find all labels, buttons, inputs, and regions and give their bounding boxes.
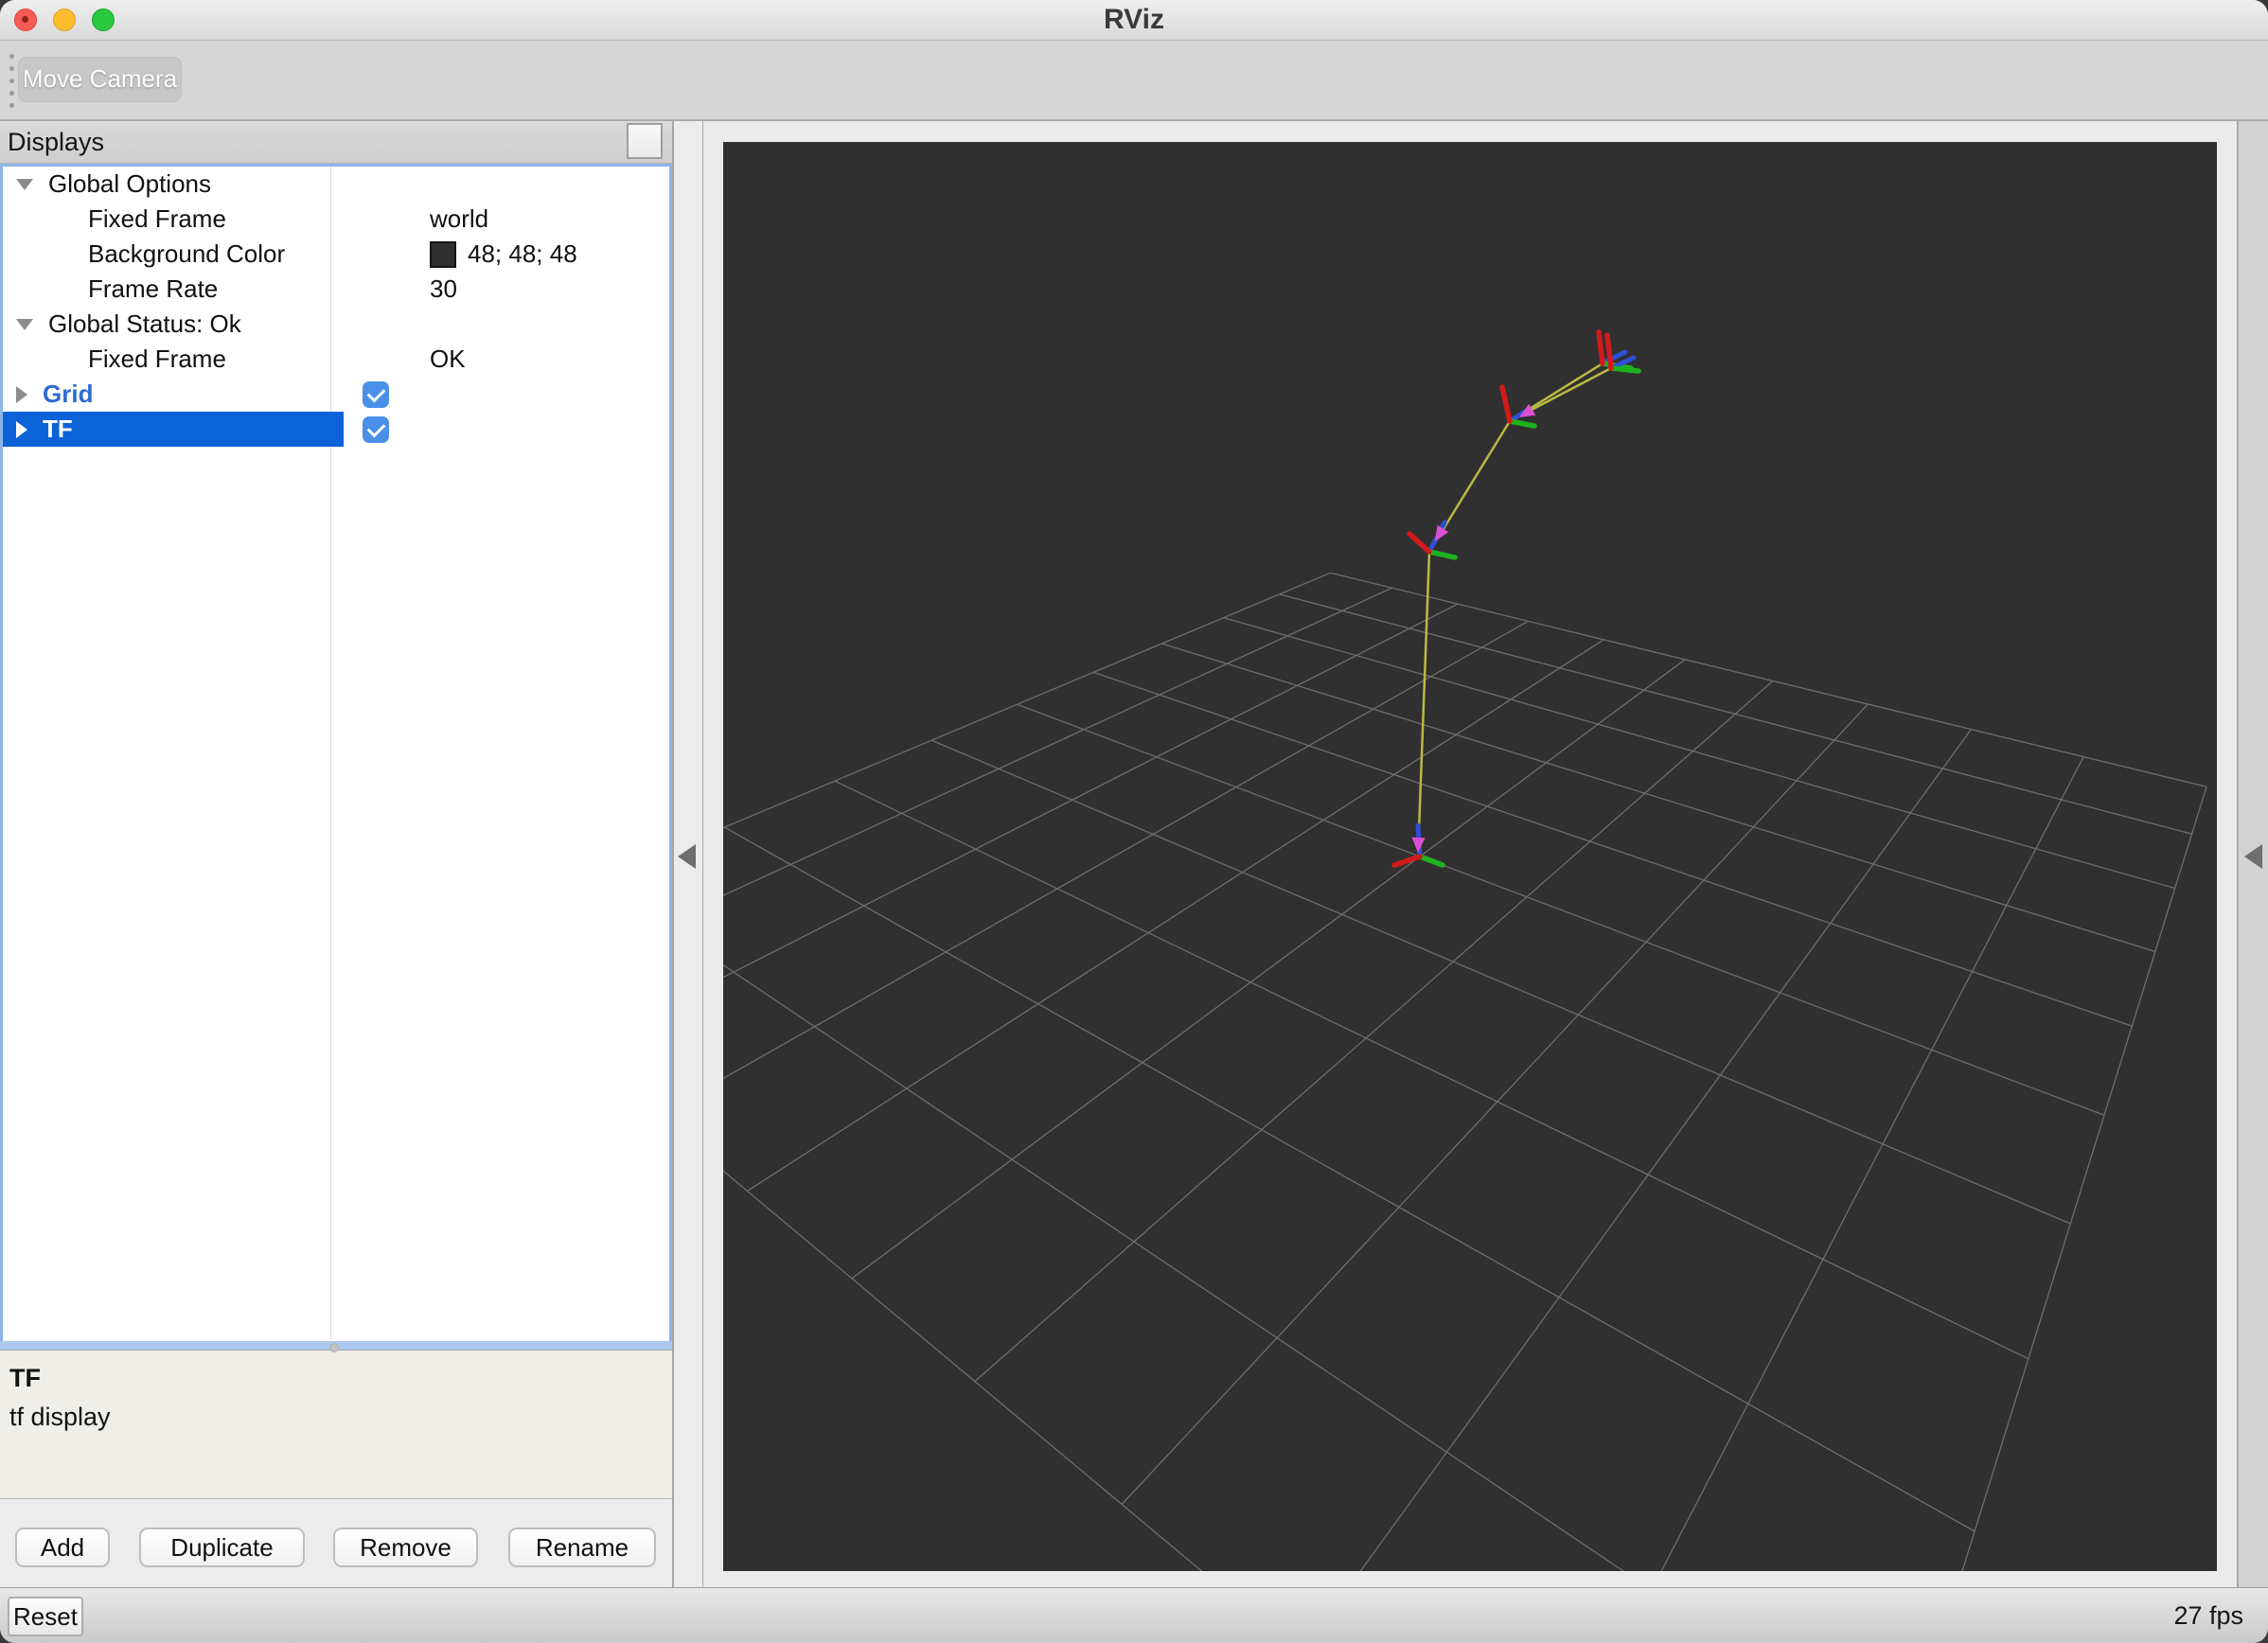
tree-row-grid[interactable]: Grid: [3, 377, 669, 412]
rviz-window: RViz Move Camera Displays Global Options…: [0, 0, 2268, 1643]
row-label: Global Options: [48, 169, 211, 198]
expand-right-panel-arrow-icon[interactable]: [2244, 844, 2262, 869]
expander-open-icon[interactable]: [16, 178, 33, 190]
toolbar: Move Camera: [0, 41, 2268, 121]
viewport-container: [703, 121, 2237, 1587]
row-label: Fixed Frame: [88, 204, 226, 233]
display-actions: Add Duplicate Remove Rename: [0, 1499, 672, 1587]
displays-panel-header: Displays: [0, 121, 672, 164]
splitter-knob[interactable]: [329, 1343, 339, 1352]
window-title: RViz: [1104, 4, 1164, 35]
move-camera-tool-button[interactable]: Move Camera: [18, 57, 182, 102]
add-button[interactable]: Add: [15, 1528, 110, 1567]
minimize-button[interactable]: [53, 9, 76, 31]
row-label: Frame Rate: [88, 274, 219, 303]
displays-panel-title: Displays: [8, 128, 105, 156]
fps-counter: 27 fps: [2173, 1601, 2243, 1630]
grid-enabled-checkbox[interactable]: [363, 380, 389, 408]
display-description: TF tf display: [0, 1350, 672, 1499]
row-label: Global Status: Ok: [48, 309, 241, 338]
displays-tree: Global Options Fixed Frame world Backgro…: [0, 164, 672, 1341]
tree-row-global-status[interactable]: Global Status: Ok: [3, 307, 669, 342]
row-label: Fixed Frame: [88, 344, 226, 373]
tree-row-frame-rate[interactable]: Frame Rate 30: [3, 272, 669, 307]
panel-float-button[interactable]: [627, 123, 663, 159]
tree-description-splitter[interactable]: [0, 1341, 672, 1352]
tree-row-tf[interactable]: TF: [3, 412, 669, 447]
collapsed-right-panel: [2237, 121, 2268, 1587]
remove-button[interactable]: Remove: [333, 1528, 478, 1567]
zoom-button[interactable]: [92, 9, 115, 31]
rename-button[interactable]: Rename: [508, 1528, 656, 1567]
collapse-left-arrow-icon[interactable]: [678, 844, 696, 869]
main-area: Displays Global Options Fixed Frame worl…: [0, 121, 2268, 1587]
row-label: Background Color: [88, 239, 286, 268]
tree-row-status-fixed-frame[interactable]: Fixed Frame OK: [3, 342, 669, 377]
status-bar: Reset 27 fps: [0, 1587, 2268, 1643]
row-label: TF: [43, 415, 73, 443]
row-value: OK: [430, 344, 466, 373]
row-value[interactable]: 48; 48; 48: [468, 239, 577, 269]
expander-closed-icon[interactable]: [16, 420, 27, 438]
row-value[interactable]: 30: [430, 274, 457, 304]
tf-enabled-checkbox[interactable]: [363, 415, 389, 443]
description-title: TF: [9, 1364, 41, 1392]
close-button[interactable]: [14, 9, 37, 31]
traffic-lights: [14, 9, 115, 31]
duplicate-button[interactable]: Duplicate: [139, 1528, 305, 1567]
description-text: tf display: [9, 1403, 111, 1431]
toolbar-drag-handle[interactable]: [9, 54, 14, 108]
expander-open-icon[interactable]: [16, 318, 33, 330]
tf-scene: [723, 329, 2207, 1571]
panel-viewport-splitter[interactable]: [674, 121, 703, 1587]
tree-row-fixed-frame[interactable]: Fixed Frame world: [3, 202, 669, 237]
row-label: Grid: [43, 380, 94, 408]
tree-row-global-options[interactable]: Global Options: [3, 167, 669, 202]
reset-button[interactable]: Reset: [8, 1596, 83, 1636]
color-swatch[interactable]: [430, 240, 456, 268]
render-view-3d[interactable]: [723, 142, 2217, 1571]
expander-closed-icon[interactable]: [16, 385, 27, 403]
title-bar: RViz: [0, 0, 2268, 41]
tree-row-background-color[interactable]: Background Color 48; 48; 48: [3, 237, 669, 272]
displays-panel: Displays Global Options Fixed Frame worl…: [0, 121, 674, 1587]
row-value[interactable]: world: [430, 204, 488, 234]
